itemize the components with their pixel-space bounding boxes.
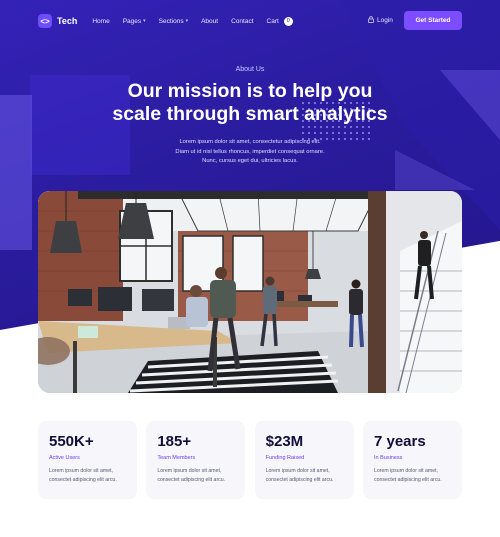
stat-label: Team Members xyxy=(157,455,196,461)
nav-item-label: Cart xyxy=(266,17,279,25)
lock-icon xyxy=(368,16,374,25)
get-started-button[interactable]: Get Started xyxy=(404,11,462,30)
stat-description: Lorem ipsum dolor sit amet, consectet ad… xyxy=(49,467,137,484)
stat-card: $23M Funding Raised Lorem ipsum dolor si… xyxy=(254,421,354,499)
stat-value: 7 years xyxy=(373,433,426,450)
headline-line: scale through smart analytics xyxy=(112,103,388,125)
stat-card: 7 years In Business Lorem ipsum dolor si… xyxy=(362,421,462,499)
stat-description-line: Lorem ipsum dolor sit amet, xyxy=(157,468,222,474)
nav-item-label: Contact xyxy=(231,17,254,25)
nav-item-about[interactable]: About xyxy=(201,18,218,25)
stat-description-line: consectet adipiscing elit arcu. xyxy=(265,476,334,483)
cart-count-badge: 0 xyxy=(283,16,293,26)
page-title: Our mission is to help you scale through… xyxy=(0,80,500,126)
login-link[interactable]: Login xyxy=(368,16,393,25)
stat-description-line: Lorem ipsum dolor sit amet, xyxy=(265,468,330,474)
nav-menu: Home Pages ▾ Sections ▾ About Contact Ca… xyxy=(92,16,305,26)
office-photo-illustration xyxy=(38,191,462,393)
description-line: Nunc, cursus eget dui, ultricies lacus. xyxy=(202,158,298,164)
stat-description-line: Lorem ipsum dolor sit amet, xyxy=(373,468,438,474)
headline-line: Our mission is to help you xyxy=(127,80,373,102)
nav-item-label: Pages xyxy=(122,17,142,25)
section-eyebrow: About Us xyxy=(235,66,265,73)
chevron-down-icon: ▾ xyxy=(185,18,189,24)
stat-description-line: consectet adipiscing elit arcu. xyxy=(373,476,442,483)
stat-value: $23M xyxy=(265,433,304,450)
code-brackets-icon: <> xyxy=(38,14,52,28)
stat-description-line: Lorem ipsum dolor sit amet, xyxy=(49,468,114,474)
stat-description: Lorem ipsum dolor sit amet, consectet ad… xyxy=(157,467,245,484)
logo-text: Tech xyxy=(57,16,78,26)
stat-value: 185+ xyxy=(157,433,192,450)
stat-label: Active Users xyxy=(49,455,80,461)
nav-item-label: About xyxy=(201,17,219,25)
stat-description: Lorem ipsum dolor sit amet, consectet ad… xyxy=(266,467,354,484)
stat-card: 185+ Team Members Lorem ipsum dolor sit … xyxy=(146,421,246,499)
office-photo xyxy=(38,191,462,393)
stat-label: In Business xyxy=(373,455,403,461)
nav-item-pages[interactable]: Pages ▾ xyxy=(123,18,146,25)
hero-section: <> Tech Home Pages ▾ Sections ▾ About Co… xyxy=(0,0,500,537)
logo[interactable]: <> Tech xyxy=(38,14,77,28)
nav-item-sections[interactable]: Sections ▾ xyxy=(159,18,188,25)
nav-item-cart[interactable]: Cart 0 xyxy=(266,16,293,26)
stat-description-line: consectet adipiscing elit arcu. xyxy=(157,476,226,483)
stat-description-line: consectet adipiscing elit arcu. xyxy=(49,476,117,483)
description-line: Diam ut id nisl tellus rhoncus, imperdie… xyxy=(175,148,325,155)
top-navigation: <> Tech Home Pages ▾ Sections ▾ About Co… xyxy=(38,11,462,31)
stat-description: Lorem ipsum dolor sit amet, consectet ad… xyxy=(374,467,462,484)
description-line: Lorem ipsum dolor sit amet, consectetur … xyxy=(179,139,321,145)
nav-item-contact[interactable]: Contact xyxy=(231,18,253,25)
nav-item-home[interactable]: Home xyxy=(92,18,109,25)
hero-description: Lorem ipsum dolor sit amet, consectetur … xyxy=(0,138,500,167)
stat-label: Funding Raised xyxy=(265,455,305,461)
nav-item-label: Home xyxy=(92,17,110,25)
stat-card: 550K+ Active Users Lorem ipsum dolor sit… xyxy=(38,421,137,499)
stats-row: 550K+ Active Users Lorem ipsum dolor sit… xyxy=(38,421,462,499)
login-label: Login xyxy=(377,17,393,24)
stat-value: 550K+ xyxy=(49,433,94,450)
nav-item-label: Sections xyxy=(158,17,184,25)
chevron-down-icon: ▾ xyxy=(143,18,146,24)
